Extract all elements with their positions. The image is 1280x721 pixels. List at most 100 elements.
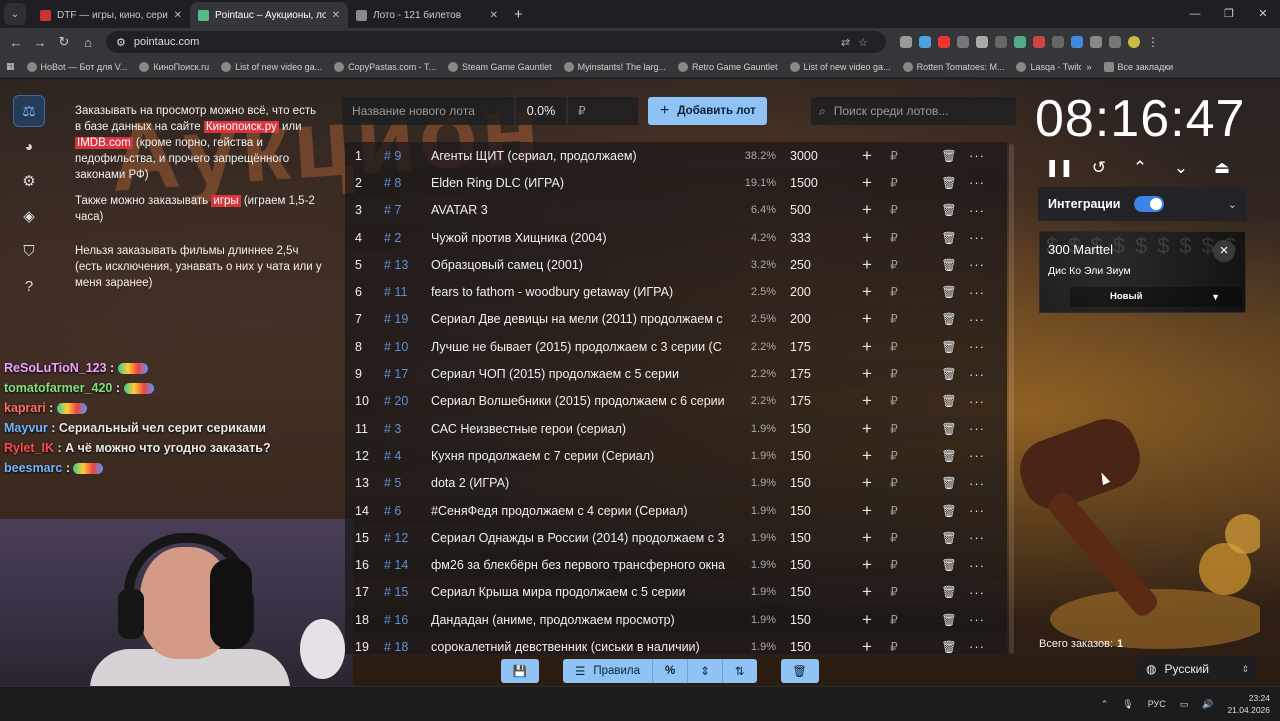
browser-tab[interactable]: DTF — игры, кино, сериалы, р ✕	[32, 2, 190, 28]
lot-row[interactable]: 16 # 14 фм26 за блекбёрн без первого транс…	[345, 551, 1007, 579]
lot-row[interactable]: 14 # 6 #СеняФедя продолжаем с 4 серии (Се…	[345, 496, 1007, 525]
chevron-down-icon[interactable]: ⌄	[1168, 158, 1194, 178]
ruble-input-icon[interactable]: ₽	[882, 504, 906, 518]
lot-name[interactable]: Дандадан (аниме, продолжаем просмотр)	[431, 613, 728, 627]
ruble-input-icon[interactable]: ₽	[882, 231, 906, 245]
input-language[interactable]: РУС	[1148, 699, 1166, 709]
forward-button[interactable]: →	[28, 35, 52, 50]
ruble-input-icon[interactable]: ₽	[882, 476, 906, 490]
lot-name[interactable]: Чужой против Хищника (2004)	[431, 231, 728, 245]
network-icon[interactable]: ▭	[1180, 699, 1189, 710]
more-options-icon[interactable]: ···	[964, 257, 990, 272]
more-options-icon[interactable]: ···	[964, 612, 990, 627]
add-amount-icon[interactable]: +	[852, 364, 882, 384]
delete-icon[interactable]: 🗑	[934, 394, 964, 408]
add-amount-icon[interactable]: +	[852, 473, 882, 493]
delete-icon[interactable]: 🗑	[934, 558, 964, 572]
close-icon[interactable]: ×	[1213, 240, 1235, 262]
lot-amount[interactable]: 150	[776, 558, 836, 572]
add-amount-icon[interactable]: +	[852, 337, 882, 357]
lot-name[interactable]: Сериал Волшебники (2015) продолжаем с 6 …	[431, 394, 728, 408]
add-amount-icon[interactable]: +	[852, 173, 882, 193]
more-options-icon[interactable]: ···	[964, 312, 990, 327]
lot-name[interactable]: Лучше не бывает (2015) продолжаем с 3 се…	[431, 340, 728, 354]
lot-row[interactable]: 4 # 2 Чужой против Хищника (2004) 4.2% 333 + ₽…	[345, 223, 1007, 252]
lot-amount[interactable]: 3000	[776, 149, 836, 163]
percent-toggle-button[interactable]: %	[653, 659, 689, 683]
games-link[interactable]: игры	[211, 195, 241, 207]
more-options-icon[interactable]: ···	[964, 285, 990, 300]
extension-icon[interactable]	[957, 36, 969, 48]
extension-icon[interactable]	[1033, 36, 1045, 48]
lot-row[interactable]: 8 # 10 Лучше не бывает (2015) продолжаем с…	[345, 333, 1007, 361]
extension-icon[interactable]	[900, 36, 912, 48]
lot-name[interactable]: #СеняФедя продолжаем с 4 серии (Сериал)	[431, 504, 728, 518]
reading-list-icon[interactable]	[1109, 36, 1121, 48]
close-tab-icon[interactable]: ✕	[332, 10, 340, 21]
lot-row[interactable]: 9 # 17 Сериал ЧОП (2015) продолжаем с 5 се…	[345, 360, 1007, 388]
lot-name[interactable]: Агенты ЩИТ (сериал, продолжаем)	[431, 149, 728, 163]
lot-name[interactable]: fears to fathom - woodbury getaway (ИГРА…	[431, 285, 728, 299]
settings-gear-icon[interactable]: ⚙	[13, 165, 45, 197]
more-options-icon[interactable]: ···	[964, 530, 990, 545]
extensions-menu-icon[interactable]	[1090, 36, 1102, 48]
more-options-icon[interactable]: ···	[964, 421, 990, 436]
extension-icon[interactable]	[938, 36, 950, 48]
add-amount-icon[interactable]: +	[852, 200, 882, 220]
profile-avatar[interactable]	[1128, 36, 1140, 48]
lot-amount[interactable]: 175	[776, 367, 836, 381]
ruble-input-icon[interactable]: ₽	[882, 176, 906, 190]
extension-icon[interactable]	[995, 36, 1007, 48]
ruble-input-icon[interactable]: ₽	[882, 285, 906, 299]
add-amount-icon[interactable]: +	[852, 255, 882, 275]
lot-name[interactable]: Образцовый самец (2001)	[431, 258, 728, 272]
bookmark-item[interactable]: Lasqa - Twitch statis...	[1010, 61, 1081, 72]
delete-icon[interactable]: 🗑	[934, 203, 964, 217]
add-amount-icon[interactable]: +	[852, 446, 882, 466]
ruble-input-icon[interactable]: ₽	[882, 203, 906, 217]
lot-amount[interactable]: 333	[776, 231, 836, 245]
bookmark-item[interactable]: HoBot — Бот для V...	[21, 61, 134, 72]
clear-list-icon[interactable]: 🗑	[780, 659, 819, 683]
wheel-chart-icon[interactable]: ◕	[13, 130, 45, 162]
ruble-input-icon[interactable]: ₽	[882, 149, 906, 163]
browser-menu-icon[interactable]: ⋮	[1147, 36, 1159, 48]
lot-row[interactable]: 7 # 19 Сериал Две девицы на мели (2011) пр…	[345, 305, 1007, 334]
more-options-icon[interactable]: ···	[964, 558, 990, 573]
lot-amount[interactable]: 150	[776, 585, 836, 599]
clock[interactable]: 23:24 21.04.2026	[1227, 692, 1270, 716]
reset-timer-icon[interactable]: ↺	[1086, 158, 1112, 178]
add-amount-icon[interactable]: +	[852, 528, 882, 548]
lot-amount[interactable]: 150	[776, 531, 836, 545]
close-window-button[interactable]: ✕	[1246, 0, 1280, 28]
delete-icon[interactable]: 🗑	[934, 312, 964, 326]
lot-row[interactable]: 2 # 8 Elden Ring DLC (ИГРА) 19.1% 1500 + ₽ 🗑 ···	[345, 169, 1007, 197]
lot-row[interactable]: 10 # 20 Сериал Волшебники (2015) продолжае…	[345, 387, 1007, 415]
more-options-icon[interactable]: ···	[964, 203, 990, 218]
bookmark-item[interactable]: CopyPastas.com - T...	[328, 61, 442, 72]
delete-icon[interactable]: 🗑	[934, 585, 964, 599]
ruble-input-icon[interactable]: ₽	[882, 613, 906, 627]
more-options-icon[interactable]: ···	[964, 367, 990, 382]
bookmarks-overflow-icon[interactable]: »	[1081, 62, 1098, 72]
delete-icon[interactable]: 🗑	[934, 449, 964, 463]
save-icon[interactable]: 💾	[501, 659, 539, 683]
add-amount-icon[interactable]: +	[852, 391, 882, 411]
extension-icon[interactable]	[919, 36, 931, 48]
ruble-input-icon[interactable]: ₽	[882, 394, 906, 408]
add-amount-icon[interactable]: +	[852, 501, 882, 521]
ruble-input-icon[interactable]: ₽	[882, 367, 906, 381]
lot-row[interactable]: 18 # 16 Дандадан (аниме, продолжаем просмо…	[345, 606, 1007, 634]
bookmark-item[interactable]: Rotten Tomatoes: M...	[897, 61, 1011, 72]
help-icon[interactable]: ?	[13, 270, 45, 302]
lot-row[interactable]: 13 # 5 dota 2 (ИГРА) 1.9% 150 + ₽ 🗑 ···	[345, 469, 1007, 497]
chevron-up-icon[interactable]: ⌃	[1127, 158, 1153, 178]
pause-icon[interactable]: ❚❚	[1045, 158, 1074, 178]
extension-icon[interactable]	[1014, 36, 1026, 48]
delete-icon[interactable]: 🗑	[934, 640, 964, 654]
lot-amount[interactable]: 175	[776, 340, 836, 354]
lot-amount[interactable]: 150	[776, 422, 836, 436]
more-options-icon[interactable]: ···	[964, 585, 990, 600]
reload-button[interactable]: ↻	[52, 34, 76, 50]
minimize-button[interactable]: —	[1178, 0, 1212, 28]
